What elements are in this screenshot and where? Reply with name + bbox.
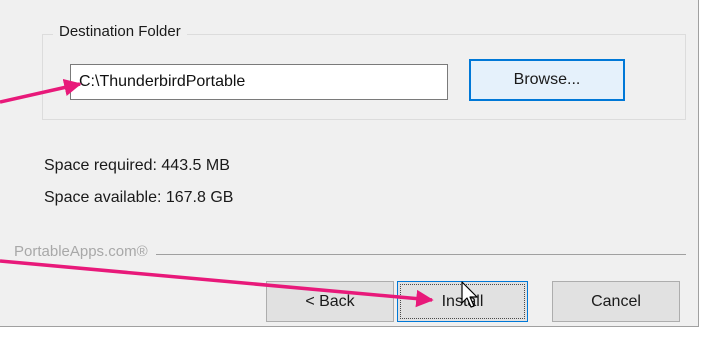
destination-folder-label: Destination Folder [53,21,187,43]
destination-path-input[interactable] [70,64,448,100]
space-available-text: Space available: 167.8 GB [44,189,234,206]
back-button[interactable]: < Back [266,281,394,322]
install-focus-ring [400,284,525,319]
portableapps-brand-text: PortableApps.com® [14,243,156,260]
browse-button[interactable]: Browse... [469,59,625,101]
installer-window: Destination Folder Browse... Space requi… [0,0,699,327]
install-button[interactable]: Install [397,281,528,322]
cancel-button[interactable]: Cancel [552,281,680,322]
space-required-text: Space required: 443.5 MB [44,157,230,174]
